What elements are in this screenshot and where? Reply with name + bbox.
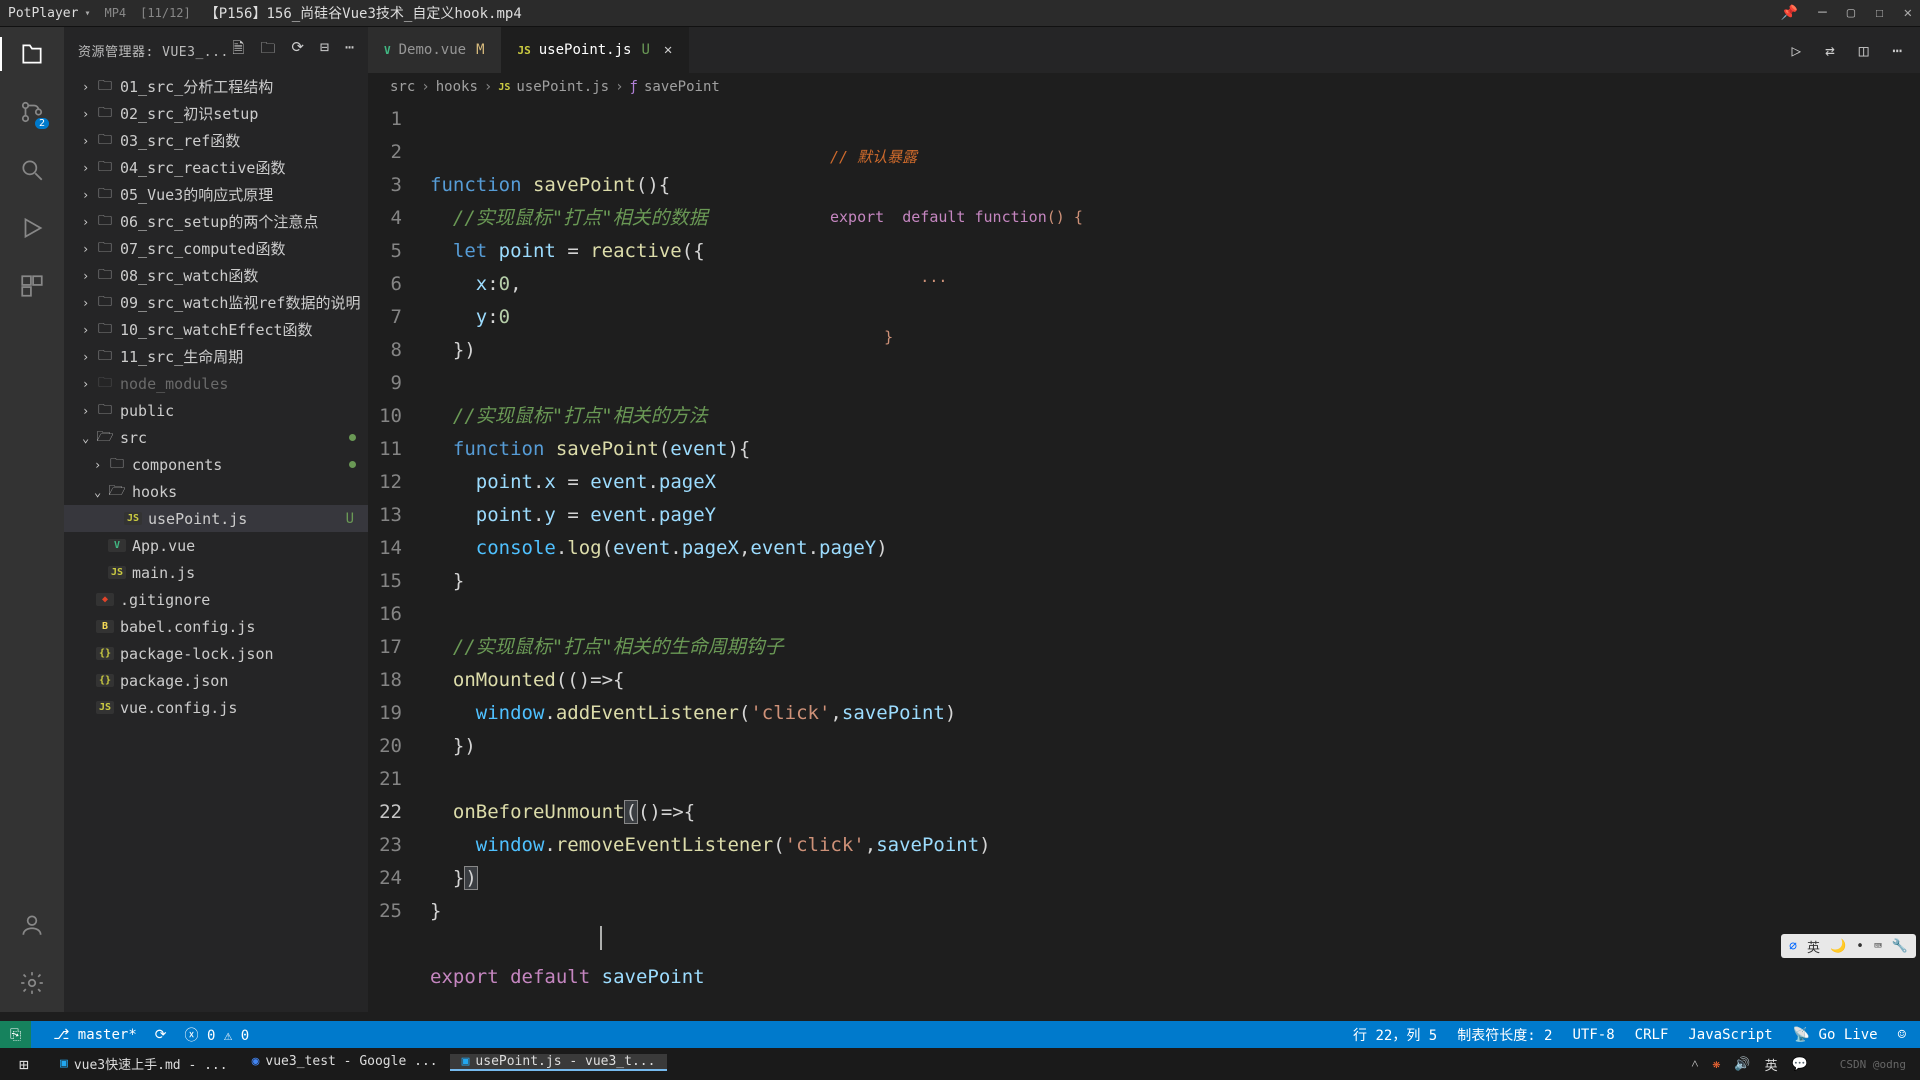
start-button[interactable]: ⊞: [0, 1048, 48, 1080]
ime-bar[interactable]: ⌀ 英 🌙•⌨🔧: [1781, 934, 1916, 958]
tray-up-icon[interactable]: ˄: [1691, 1056, 1698, 1072]
collapse-icon[interactable]: ⊟: [320, 38, 329, 63]
split-icon[interactable]: ◫: [1859, 41, 1869, 60]
taskbar-item[interactable]: ▣vue3快速上手.md - ...: [48, 1054, 240, 1075]
video-title: 【P156】156_尚硅谷Vue3技术_自定义hook.mp4: [205, 3, 522, 23]
refresh-icon[interactable]: ⟳: [291, 38, 304, 63]
chevron-down-icon[interactable]: ▾: [84, 8, 90, 19]
text-cursor: [600, 926, 602, 950]
tray-app-icon[interactable]: ❋: [1713, 1057, 1721, 1072]
activity-bar: 2: [0, 27, 64, 1012]
tree-item[interactable]: ›🗀07_src_computed函数: [64, 235, 368, 262]
taskbar-item[interactable]: ◉vue3_test - Google ...: [240, 1054, 450, 1071]
tree-item[interactable]: ›🗀10_src_watchEffect函数: [64, 316, 368, 343]
tree-item[interactable]: ›🗀11_src_生命周期: [64, 343, 368, 370]
tree-item[interactable]: ›🗀components: [64, 451, 368, 478]
breadcrumb-item[interactable]: usePoint.js: [516, 79, 609, 95]
explorer-header: 资源管理器: VUE3_... 🗎 🗀 ⟳ ⊟ ⋯: [64, 27, 368, 73]
scm-badge: 2: [35, 118, 49, 129]
errors-count[interactable]: ⓧ 0 ⚠ 0: [185, 1025, 250, 1045]
tree-item[interactable]: ›🗀public: [64, 397, 368, 424]
gear-icon[interactable]: [17, 968, 47, 998]
tree-item[interactable]: ›🗀01_src_分析工程结构: [64, 73, 368, 100]
tree-item[interactable]: ›🗀02_src_初识setup: [64, 100, 368, 127]
search-icon[interactable]: [17, 155, 47, 185]
file-tree[interactable]: ›🗀01_src_分析工程结构›🗀02_src_初识setup›🗀03_src_…: [64, 73, 368, 1012]
tree-item[interactable]: {}package-lock.json: [64, 640, 368, 667]
tree-item[interactable]: ◆.gitignore: [64, 586, 368, 613]
csdn-watermark: CSDN @odng: [1840, 1058, 1906, 1071]
tree-item[interactable]: ›🗀03_src_ref函数: [64, 127, 368, 154]
tree-item[interactable]: ⌄🗁hooks: [64, 478, 368, 505]
playlist-index: [11/12]: [140, 6, 191, 20]
tree-item[interactable]: JSusePoint.jsU: [64, 505, 368, 532]
titlebar: PotPlayer ▾ MP4 [11/12] 【P156】156_尚硅谷Vue…: [0, 0, 1920, 27]
editor-tabs: VDemo.vueMJSusePoint.jsU✕ ▷ ⇄ ◫ ⋯: [368, 27, 1920, 73]
editor-tab[interactable]: VDemo.vueM: [368, 27, 502, 73]
go-live[interactable]: 📡 Go Live: [1793, 1027, 1878, 1043]
editor-tab[interactable]: JSusePoint.jsU✕: [502, 27, 690, 73]
code-content[interactable]: function savePoint(){ //实现鼠标"打点"相关的数据 le…: [430, 101, 1920, 1012]
line-gutter: 1234567891011121314151617181920212223242…: [368, 101, 430, 1012]
maximize-icon[interactable]: ☐: [1875, 5, 1883, 21]
tree-item[interactable]: ⌄🗁src: [64, 424, 368, 451]
status-bar: ⎘ ⎇ master* ⟳ ⓧ 0 ⚠ 0 行 22，列 5 制表符长度: 2 …: [0, 1021, 1920, 1048]
overlay-comment: // 默认暴露: [830, 147, 1083, 167]
new-folder-icon[interactable]: 🗀: [260, 38, 275, 63]
language-mode[interactable]: JavaScript: [1688, 1027, 1772, 1043]
run-tab-icon[interactable]: ▷: [1791, 41, 1801, 60]
breadcrumb-item[interactable]: savePoint: [644, 79, 720, 95]
minimap[interactable]: [1906, 101, 1920, 1012]
editor-area: VDemo.vueMJSusePoint.jsU✕ ▷ ⇄ ◫ ⋯ src›ho…: [368, 27, 1920, 1012]
breadcrumb-item[interactable]: src: [390, 79, 415, 95]
more-icon[interactable]: ⋯: [345, 38, 354, 63]
minimize-icon[interactable]: ─: [1818, 5, 1826, 21]
format-badge: MP4: [104, 6, 126, 20]
tree-item[interactable]: Bbabel.config.js: [64, 613, 368, 640]
run-icon[interactable]: [17, 213, 47, 243]
close-tab-icon[interactable]: ✕: [664, 42, 672, 58]
tree-item[interactable]: ›🗀05_Vue3的响应式原理: [64, 181, 368, 208]
tab-size[interactable]: 制表符长度: 2: [1457, 1025, 1552, 1045]
explorer-title: 资源管理器: VUE3_...: [78, 41, 232, 60]
ime-mode: 英: [1807, 937, 1820, 956]
pin-icon[interactable]: 📌: [1781, 5, 1798, 21]
compare-icon[interactable]: ⇄: [1825, 41, 1835, 60]
new-file-icon[interactable]: 🗎: [232, 38, 244, 63]
encoding[interactable]: UTF-8: [1573, 1027, 1615, 1043]
feedback-icon[interactable]: ☺: [1898, 1027, 1906, 1043]
tree-item[interactable]: VApp.vue: [64, 532, 368, 559]
tray-notify-icon[interactable]: 💬: [1792, 1057, 1808, 1072]
tree-item[interactable]: ›🗀09_src_watch监视ref数据的说明: [64, 289, 368, 316]
tree-item[interactable]: {}package.json: [64, 667, 368, 694]
remote-indicator[interactable]: ⎘: [0, 1021, 31, 1048]
tray-lang[interactable]: 英: [1765, 1055, 1778, 1074]
close-icon[interactable]: ✕: [1904, 5, 1912, 21]
tree-item[interactable]: ›🗀04_src_reactive函数: [64, 154, 368, 181]
tree-item[interactable]: ›🗀node_modules: [64, 370, 368, 397]
tree-item[interactable]: JSmain.js: [64, 559, 368, 586]
account-icon[interactable]: [17, 910, 47, 940]
line-col[interactable]: 行 22，列 5: [1353, 1025, 1437, 1045]
taskbar-item[interactable]: ▣usePoint.js - vue3_t...: [450, 1054, 668, 1071]
extensions-icon[interactable]: [17, 271, 47, 301]
scm-icon[interactable]: 2: [17, 97, 47, 127]
eol[interactable]: CRLF: [1635, 1027, 1669, 1043]
explorer-panel: 资源管理器: VUE3_... 🗎 🗀 ⟳ ⊟ ⋯ ›🗀01_src_分析工程结…: [64, 27, 368, 1012]
app-name[interactable]: PotPlayer: [8, 6, 78, 21]
breadcrumbs[interactable]: src›hooks›JSusePoint.js›ƒsavePoint: [368, 73, 1920, 101]
inline-overlay: // 默认暴露 export default function() { ... …: [830, 107, 1083, 387]
more-tab-icon[interactable]: ⋯: [1892, 41, 1902, 60]
tree-item[interactable]: ›🗀06_src_setup的两个注意点: [64, 208, 368, 235]
sync-icon[interactable]: ⟳: [155, 1027, 167, 1043]
tray-volume-icon[interactable]: 🔊: [1734, 1057, 1750, 1072]
tree-item[interactable]: JSvue.config.js: [64, 694, 368, 721]
code-editor[interactable]: 1234567891011121314151617181920212223242…: [368, 101, 1920, 1012]
explorer-icon[interactable]: [17, 39, 47, 69]
taskbar: ⊞ ▣vue3快速上手.md - ...◉vue3_test - Google …: [0, 1048, 1920, 1080]
breadcrumb-item[interactable]: hooks: [436, 79, 478, 95]
tree-item[interactable]: ›🗀08_src_watch函数: [64, 262, 368, 289]
branch-indicator[interactable]: ⎇ master*: [53, 1027, 137, 1043]
restore-icon[interactable]: ▢: [1847, 5, 1855, 21]
